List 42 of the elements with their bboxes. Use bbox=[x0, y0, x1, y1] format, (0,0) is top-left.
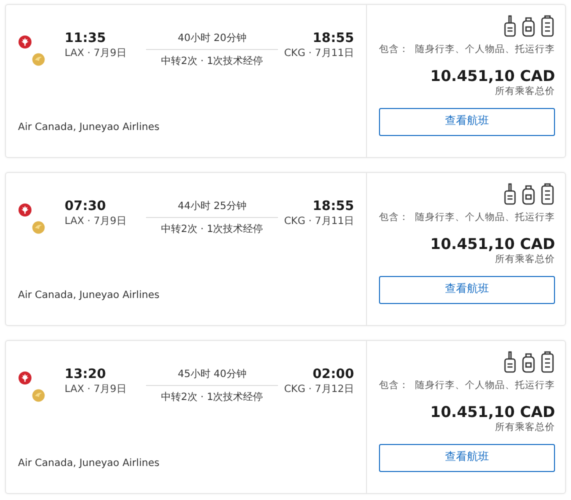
included-baggage-text: 包含： 随身行李、个人物品、托运行李 bbox=[379, 43, 556, 57]
baggage-icon bbox=[503, 183, 556, 205]
view-flight-button[interactable]: 查看航班 bbox=[379, 444, 556, 472]
bird-logo-icon bbox=[32, 389, 45, 402]
baggage-icon bbox=[503, 15, 556, 37]
flight-duration: 44小时 25分钟 bbox=[176, 200, 248, 214]
stops-info: 中转2次 · 1次技术经停 bbox=[160, 222, 264, 237]
stops-info: 中转2次 · 1次技术经停 bbox=[160, 54, 264, 69]
arrival-time: 18:55 bbox=[312, 199, 354, 215]
airline-names: Air Canada, Juneyao Airlines bbox=[18, 290, 160, 301]
arrival-time: 18:55 bbox=[312, 31, 354, 47]
price: 10.451,10 CAD bbox=[430, 67, 556, 86]
included-baggage-text: 包含： 随身行李、个人物品、托运行李 bbox=[379, 211, 556, 225]
arrival-info: CKG · 7月11日 bbox=[284, 215, 354, 229]
maple-leaf-logo-icon bbox=[18, 371, 32, 385]
bird-logo-icon bbox=[32, 53, 45, 66]
flight-duration: 45小时 40分钟 bbox=[176, 368, 248, 382]
arrival-info: CKG · 7月11日 bbox=[284, 47, 354, 61]
arrival-time: 02:00 bbox=[312, 367, 354, 383]
price: 10.451,10 CAD bbox=[430, 403, 556, 422]
view-flight-button[interactable]: 查看航班 bbox=[379, 276, 556, 304]
departure-time: 11:35 bbox=[64, 31, 107, 47]
airline-names: Air Canada, Juneyao Airlines bbox=[18, 458, 160, 469]
airline-names: Air Canada, Juneyao Airlines bbox=[18, 122, 160, 133]
bird-logo-icon bbox=[32, 221, 45, 234]
departure-time: 07:30 bbox=[64, 199, 107, 215]
departure-info: LAX · 7月9日 bbox=[64, 215, 128, 229]
price: 10.451,10 CAD bbox=[430, 235, 556, 254]
departure-info: LAX · 7月9日 bbox=[64, 383, 128, 397]
price-note: 所有乘客总价 bbox=[495, 253, 556, 268]
maple-leaf-logo-icon bbox=[18, 203, 32, 217]
price-note: 所有乘客总价 bbox=[495, 421, 556, 436]
departure-info: LAX · 7月9日 bbox=[64, 47, 128, 61]
baggage-icon bbox=[503, 351, 556, 373]
price-note: 所有乘客总价 bbox=[495, 85, 556, 100]
maple-leaf-logo-icon bbox=[18, 35, 32, 49]
departure-time: 13:20 bbox=[64, 367, 107, 383]
flight-duration: 40小时 20分钟 bbox=[176, 32, 248, 46]
included-baggage-text: 包含： 随身行李、个人物品、托运行李 bbox=[379, 379, 556, 393]
arrival-info: CKG · 7月12日 bbox=[284, 383, 354, 397]
view-flight-button[interactable]: 查看航班 bbox=[379, 108, 556, 136]
stops-info: 中转2次 · 1次技术经停 bbox=[160, 390, 264, 405]
